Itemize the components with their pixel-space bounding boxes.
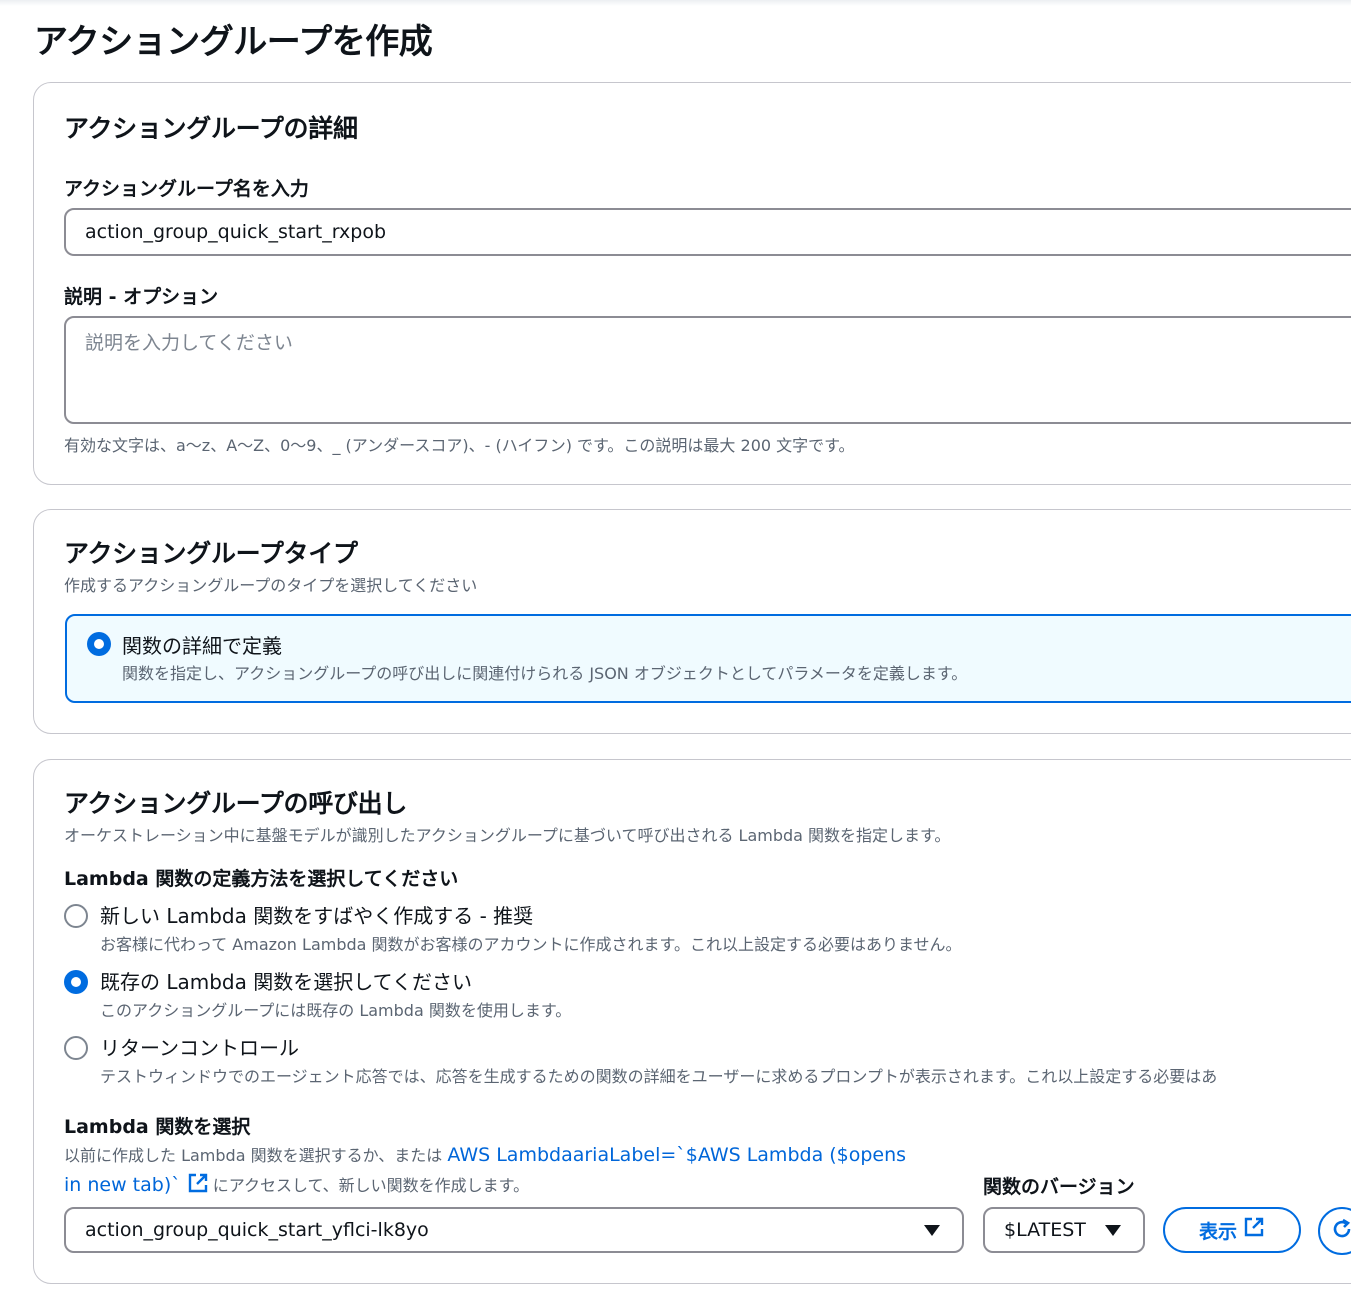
radio-option-label: 既存の Lambda 関数を選択してください (100, 970, 473, 994)
details-heading: アクショングループの詳細 (64, 114, 358, 143)
action-group-name-value: action_group_quick_start_rxpob (85, 221, 387, 243)
version-value: $LATEST (1004, 1219, 1086, 1241)
type-card: アクショングループタイプ 作成するアクショングループのタイプを選択してください … (33, 509, 1351, 734)
type-heading: アクショングループタイプ (64, 539, 358, 568)
name-label: アクショングループ名を入力 (64, 178, 309, 200)
hint-text: 以前に作成した Lambda 関数を選択するか、または (64, 1146, 448, 1165)
radio-option-label: リターンコントロール (100, 1036, 299, 1060)
radio-icon[interactable] (64, 904, 88, 928)
radio-option-description: お客様に代わって Amazon Lambda 関数がお客様のアカウントに作成され… (100, 935, 962, 954)
description-placeholder: 説明を入力してください (85, 332, 293, 354)
caret-down-icon (1105, 1225, 1121, 1236)
aws-lambda-link-cont[interactable]: in new tab)` (64, 1174, 181, 1196)
radio-icon[interactable] (87, 632, 111, 656)
lambda-select-hint-line1: 以前に作成した Lambda 関数を選択するか、または AWS Lambdaar… (64, 1142, 906, 1166)
radio-icon[interactable] (64, 970, 88, 994)
radio-option-label: 新しい Lambda 関数をすばやく作成する - 推奨 (100, 904, 534, 928)
details-card: アクショングループの詳細 アクショングループ名を入力 action_group_… (33, 82, 1351, 485)
refresh-icon (1331, 1218, 1351, 1244)
invocation-heading: アクショングループの呼び出し (64, 789, 408, 818)
hint-text: にアクセスして、新しい関数を作成します。 (212, 1176, 530, 1195)
external-link-icon (1243, 1216, 1265, 1244)
description-label: 説明 - オプション (64, 286, 219, 308)
lambda-function-value: action_group_quick_start_yflci-lk8yo (85, 1219, 429, 1241)
description-textarea[interactable]: 説明を入力してください (64, 316, 1351, 424)
aws-lambda-link[interactable]: AWS LambdaariaLabel=`$AWS Lambda ($opens (447, 1144, 906, 1166)
description-hint: 有効な文字は、a～z、A～Z、0～9、_ (アンダースコア)、- (ハイフン) … (64, 436, 855, 455)
type-option-tile-function-details[interactable]: 関数の詳細で定義 関数を指定し、アクショングループの呼び出しに関連付けられる J… (65, 614, 1351, 703)
refresh-button[interactable] (1318, 1207, 1351, 1255)
caret-down-icon (924, 1225, 940, 1236)
lambda-method-label: Lambda 関数の定義方法を選択してください (64, 868, 459, 890)
lambda-function-select[interactable]: action_group_quick_start_yflci-lk8yo (64, 1207, 964, 1253)
invocation-subheading: オーケストレーション中に基盤モデルが識別したアクショングループに基づいて呼び出さ… (64, 826, 951, 845)
view-function-button[interactable]: 表示 (1163, 1207, 1301, 1253)
radio-option-description: このアクショングループには既存の Lambda 関数を使用します。 (100, 1001, 572, 1020)
type-option-description: 関数を指定し、アクショングループの呼び出しに関連付けられる JSON オブジェク… (122, 664, 968, 683)
page-title: アクショングループを作成 (34, 22, 433, 62)
external-link-icon[interactable] (187, 1172, 209, 1198)
view-button-label: 表示 (1198, 1221, 1237, 1243)
radio-icon[interactable] (64, 1036, 88, 1060)
invocation-card: アクショングループの呼び出し オーケストレーション中に基盤モデルが識別したアクシ… (33, 759, 1351, 1284)
lambda-select-hint-line2: in new tab)` にアクセスして、新しい関数を作成します。 (64, 1172, 529, 1198)
version-label: 関数のバージョン (983, 1176, 1135, 1198)
lambda-select-label: Lambda 関数を選択 (64, 1116, 251, 1138)
top-shadow (0, 0, 1351, 6)
action-group-name-input[interactable]: action_group_quick_start_rxpob (64, 208, 1351, 256)
type-subheading: 作成するアクショングループのタイプを選択してください (64, 576, 478, 595)
radio-option-description: テストウィンドウでのエージェント応答では、応答を生成するための関数の詳細をユーザ… (100, 1067, 1218, 1086)
type-option-label: 関数の詳細で定義 (122, 634, 282, 658)
version-select[interactable]: $LATEST (983, 1207, 1145, 1253)
